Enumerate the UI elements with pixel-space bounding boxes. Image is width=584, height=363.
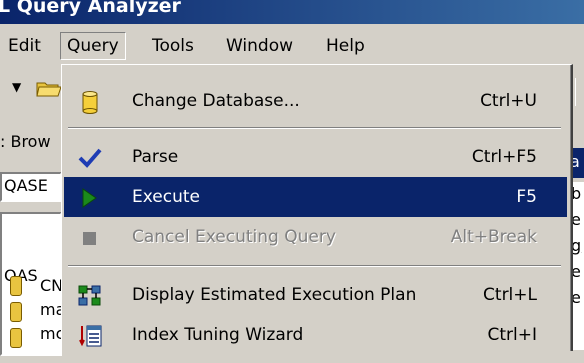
menu-help-label: Help — [326, 36, 365, 56]
menu-item-label: Display Estimated Execution Plan — [132, 285, 417, 305]
menu-item-index-tuning-wizard[interactable]: Index Tuning Wizard Ctrl+I — [64, 315, 567, 355]
stop-square-icon — [78, 225, 102, 249]
menu-item-shortcut: Ctrl+U — [480, 91, 537, 111]
menu-tools-label: Tools — [152, 36, 194, 56]
menu-item-label: Parse — [132, 147, 179, 167]
index-wizard-icon — [78, 323, 102, 347]
database-icon — [10, 328, 22, 348]
menu-query-label: Query — [67, 36, 119, 56]
menu-item-shortcut: Ctrl+I — [487, 325, 537, 345]
menu-item-label: Execute — [132, 187, 200, 207]
menu-item-shortcut: Ctrl+L — [483, 285, 537, 305]
menu-item-label: Cancel Executing Query — [132, 227, 336, 247]
tree-item[interactable]: CN — [40, 276, 63, 295]
object-browser-label: : Brow — [0, 132, 51, 151]
menu-item-cancel-executing-query[interactable]: Cancel Executing Query Alt+Break — [64, 217, 567, 257]
execution-plan-icon — [78, 283, 102, 307]
play-triangle-icon — [78, 185, 102, 209]
window-title: L Query Analyzer — [0, 0, 181, 17]
menu-item-shortcut: Ctrl+F5 — [471, 147, 537, 167]
menu-tools[interactable]: Tools — [146, 33, 200, 59]
menu-item-display-estimated-execution-plan[interactable]: Display Estimated Execution Plan Ctrl+L — [64, 275, 567, 315]
menu-edit[interactable]: Edit — [2, 33, 47, 59]
menu-window-label: Window — [226, 36, 294, 56]
menu-help[interactable]: Help — [320, 33, 371, 59]
menu-bar: Edit Query Tools Window Help — [0, 26, 584, 64]
menu-query[interactable]: Query — [60, 32, 126, 60]
menu-window[interactable]: Window — [220, 33, 299, 59]
chevron-down-icon[interactable]: ▼ — [12, 80, 21, 94]
open-folder-icon[interactable] — [36, 78, 62, 98]
menu-item-parse[interactable]: Parse Ctrl+F5 — [64, 137, 567, 177]
menu-separator — [68, 265, 561, 267]
menu-item-label: Change Database... — [132, 91, 300, 111]
menu-item-label: Index Tuning Wizard — [132, 325, 304, 345]
database-combo[interactable]: QASE — [0, 172, 62, 202]
menu-item-shortcut: F5 — [516, 187, 537, 207]
cylinder-database-icon — [78, 89, 102, 114]
menu-edit-label: Edit — [8, 36, 41, 56]
object-tree[interactable]: QAS CN ma mc — [0, 212, 65, 356]
checkmark-icon — [78, 145, 102, 169]
menu-item-execute[interactable]: Execute F5 — [64, 177, 567, 217]
menu-separator — [68, 127, 561, 129]
title-bar: L Query Analyzer — [0, 0, 584, 24]
database-icon — [10, 276, 22, 296]
menu-item-shortcut: Alt+Break — [450, 227, 537, 247]
menu-item-change-database[interactable]: Change Database... Ctrl+U — [64, 81, 567, 121]
database-icon — [10, 302, 22, 322]
query-menu: Change Database... Ctrl+U Parse Ctrl+F5 … — [61, 64, 573, 351]
database-combo-value: QASE — [4, 176, 48, 195]
